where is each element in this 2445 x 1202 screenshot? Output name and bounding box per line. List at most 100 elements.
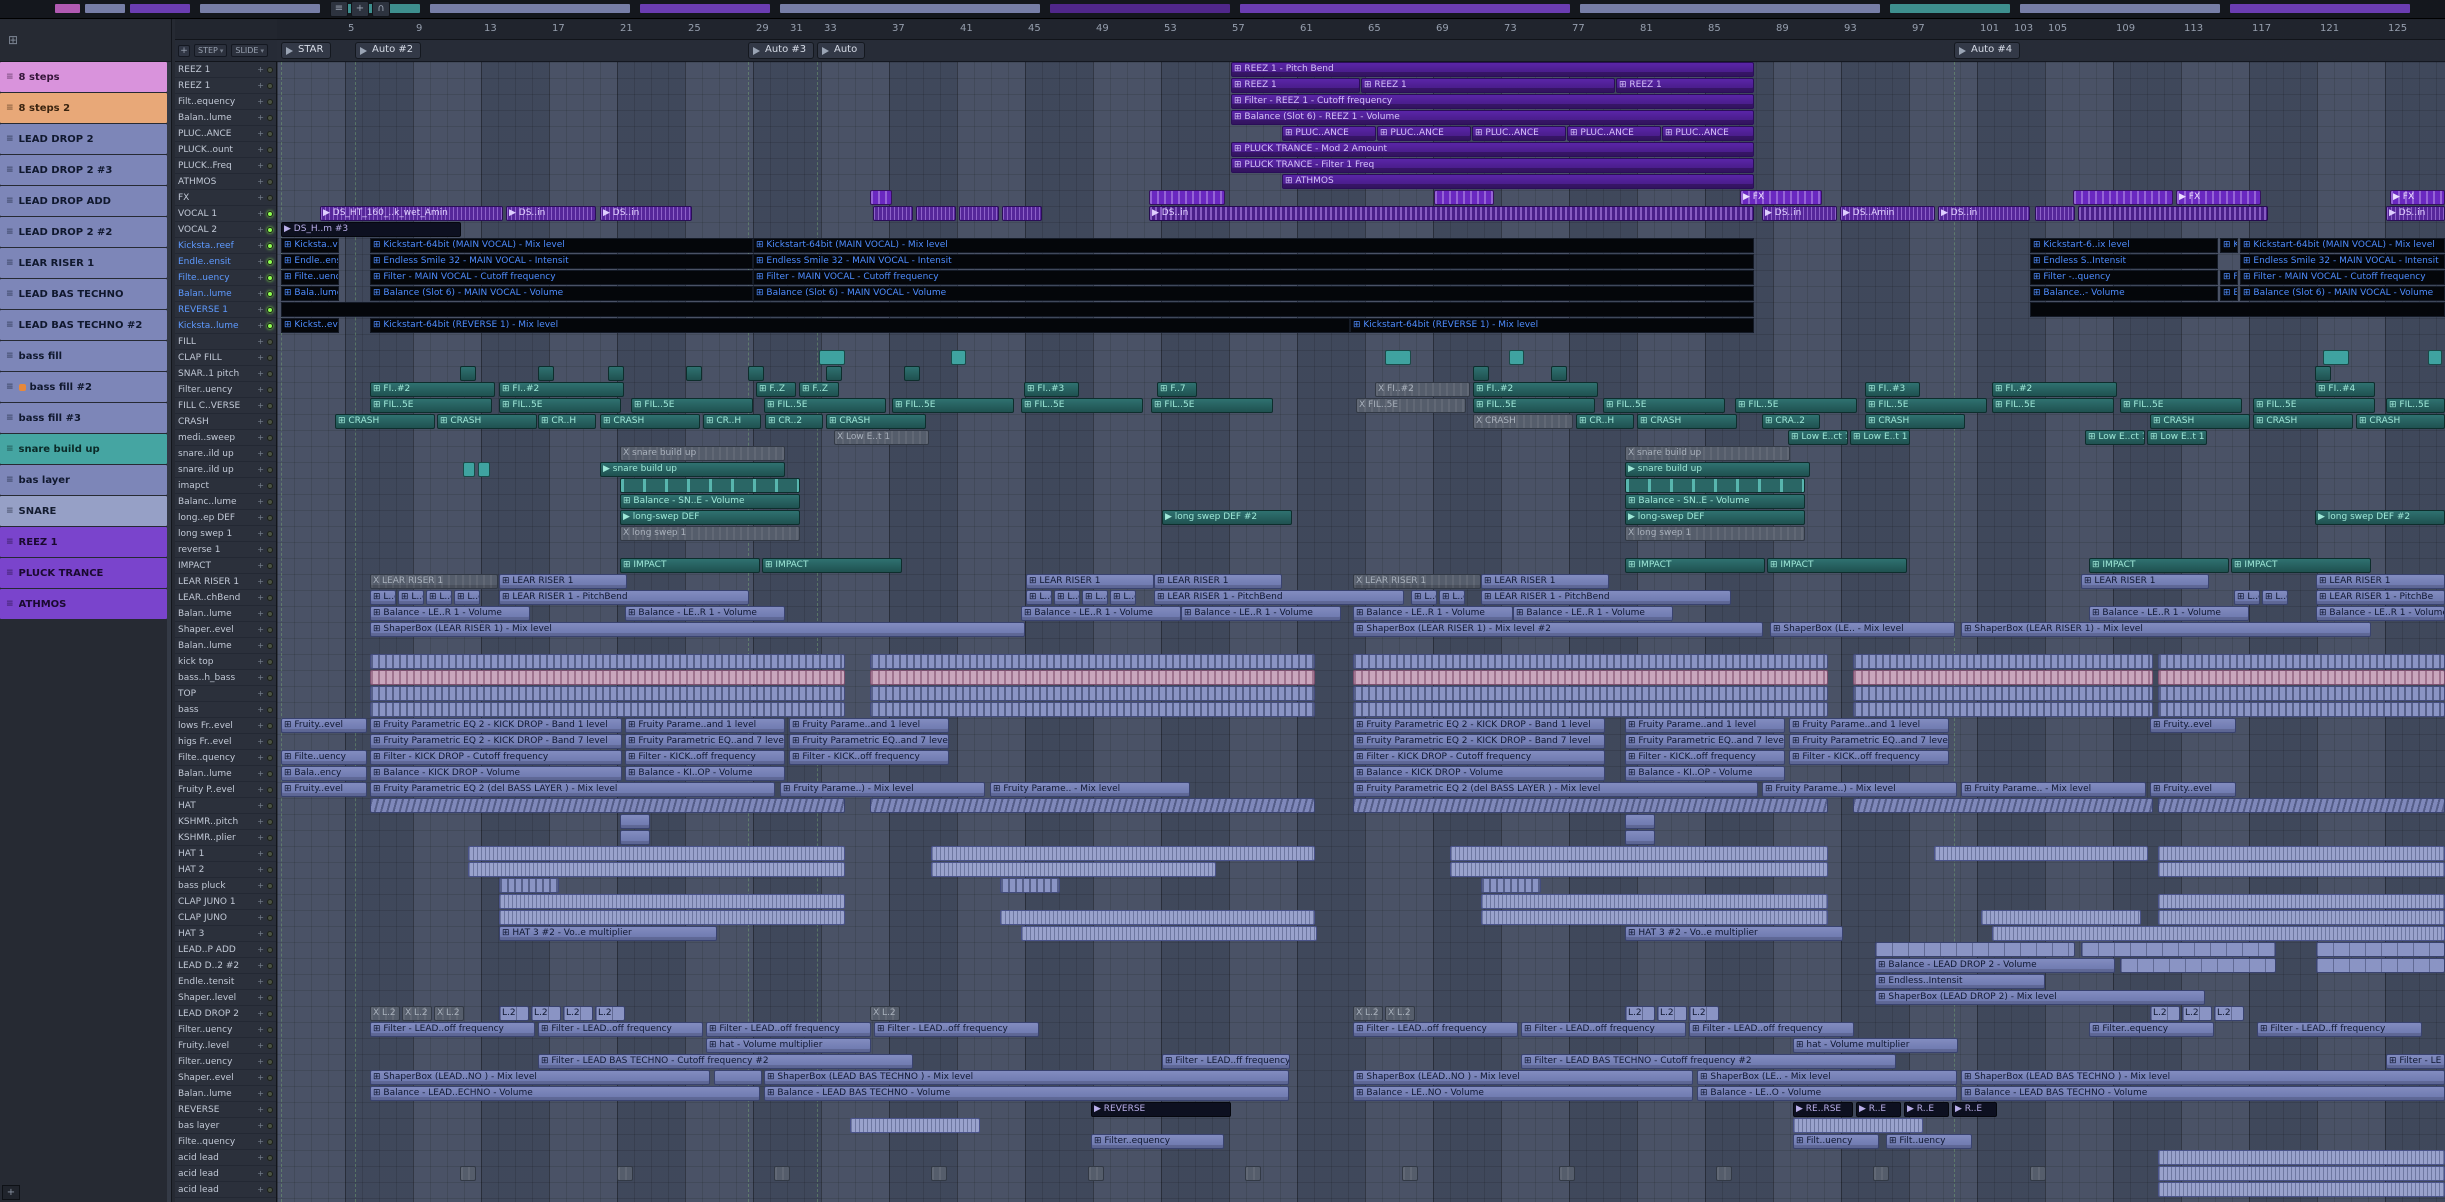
- playlist-clip[interactable]: ⊞ FIL..5E: [370, 398, 492, 413]
- track-mute-led[interactable]: [267, 1122, 273, 1129]
- playlist-clip[interactable]: ▶ R..E: [1904, 1102, 1949, 1117]
- picker-item[interactable]: ≡ LEAD BAS TECHNO: [0, 279, 167, 309]
- playlist-clip[interactable]: ⊞ Balance (Slot 6) - MAIN VOCAL - Volume: [370, 286, 753, 301]
- playlist-clip[interactable]: [2158, 1150, 2445, 1165]
- picker-item[interactable]: ≡ 8 steps: [0, 62, 167, 92]
- playlist-clip[interactable]: [2035, 206, 2075, 221]
- playlist-clip[interactable]: ⊞ L..d: [398, 590, 424, 605]
- track-header[interactable]: Balan..lume +: [175, 110, 276, 126]
- track-plus-icon[interactable]: +: [257, 353, 264, 362]
- playlist-clip[interactable]: [1245, 1166, 1261, 1181]
- playlist-clip[interactable]: ▶ DS..in: [1149, 206, 1754, 221]
- playlist-clip[interactable]: [1481, 878, 1541, 893]
- playlist-clip[interactable]: [1353, 670, 1828, 685]
- track-plus-icon[interactable]: +: [257, 1121, 264, 1130]
- track-mute-led[interactable]: [267, 226, 273, 233]
- track-plus-icon[interactable]: +: [257, 385, 264, 394]
- track-header[interactable]: Endle..tensit +: [175, 974, 276, 990]
- playlist-clip[interactable]: ⊞ PLUC..ANCE: [1282, 126, 1376, 141]
- playlist-clip[interactable]: ▶ DS..in: [1938, 206, 2030, 221]
- playlist-clip[interactable]: [620, 814, 650, 829]
- playlist-clip[interactable]: ⊞ Filter - LEAD BAS TECHNO - Cutoff freq…: [1521, 1054, 1896, 1069]
- track-plus-icon[interactable]: +: [257, 257, 264, 266]
- playlist-clip[interactable]: ⊞ Balance - LE..R 1 - Volume: [370, 606, 530, 621]
- playlist-clip[interactable]: ⊞ Endle..ensit: [281, 254, 339, 269]
- track-plus-icon[interactable]: +: [257, 465, 264, 474]
- playlist-clip[interactable]: ⊞ Filter - LEAD..off frequency: [370, 1022, 535, 1037]
- track-mute-led[interactable]: [267, 370, 273, 377]
- playlist-clip[interactable]: ⊞ ShaperBox (LEAR RISER 1) - Mix level #…: [1353, 622, 1763, 637]
- playlist-clip[interactable]: ⊞ CR..H: [538, 414, 596, 429]
- track-mute-led[interactable]: [267, 1090, 273, 1097]
- timeline-ruler[interactable]: 5 9 13 17 21 25 29 31 33 37 41 45 49 53 57 61 65 69 73 77 81…: [277, 19, 2445, 40]
- add-track-button[interactable]: +: [178, 44, 190, 57]
- playlist-clip[interactable]: [686, 366, 702, 381]
- playlist-clip[interactable]: ⊞ Balance - LE..R 1 - Volume: [2089, 606, 2249, 621]
- track-plus-icon[interactable]: +: [257, 865, 264, 874]
- track-plus-icon[interactable]: +: [257, 1073, 264, 1082]
- track-mute-led[interactable]: [267, 610, 273, 617]
- track-mute-led[interactable]: [267, 466, 273, 473]
- track-header[interactable]: Balan..lume +: [175, 286, 276, 302]
- playlist-clip[interactable]: [468, 862, 845, 877]
- playlist-clip[interactable]: ⊞ Low E..t 1: [2147, 430, 2207, 445]
- playlist-clip[interactable]: ⊞ LEAR RISER 1: [499, 574, 627, 589]
- track-mute-led[interactable]: [267, 546, 273, 553]
- playlist-clip[interactable]: [2158, 654, 2445, 669]
- playlist-clip[interactable]: [1088, 1166, 1104, 1181]
- track-header[interactable]: KSHMR..pitch +: [175, 814, 276, 830]
- add-pattern-button[interactable]: +: [2, 1185, 20, 1200]
- playlist-clip[interactable]: ⊞ Balance - KICK DROP - Volume: [370, 766, 622, 781]
- track-plus-icon[interactable]: +: [257, 305, 264, 314]
- playlist-clip[interactable]: [774, 1166, 790, 1181]
- playlist-clip[interactable]: X long swep 1: [1625, 526, 1805, 541]
- slide-mode-button[interactable]: SLIDE ▾: [231, 44, 268, 57]
- playlist-clip[interactable]: ⊞ REEZ 1: [1361, 78, 1615, 93]
- playlist-clip[interactable]: ⊞ Fruity Parametric EQ 2 - KICK DROP - B…: [1353, 734, 1605, 749]
- playlist-clip[interactable]: ⊞ Kickstart-64bit (MAIN VOCAL) - Mix lev…: [370, 238, 753, 253]
- playlist-clip[interactable]: ⊞ CRASH: [826, 414, 926, 429]
- track-header[interactable]: reverse 1 +: [175, 542, 276, 558]
- playlist-clip[interactable]: ⊞ ShaperBox (LEAR RISER 1) - Mix level: [1961, 622, 2371, 637]
- track-mute-led[interactable]: [267, 130, 273, 137]
- playlist-clip[interactable]: L.2: [2182, 1006, 2212, 1021]
- track-plus-icon[interactable]: +: [257, 81, 264, 90]
- playlist-clip[interactable]: [1625, 478, 1805, 493]
- playlist-clip[interactable]: ⊞ hat - Volume multiplier: [1793, 1038, 1958, 1053]
- playlist-clip[interactable]: ⊞ Balance (Slot 6) - MAIN VOCAL - Volume: [753, 286, 1754, 301]
- playlist-clip[interactable]: ⊞ Balance - LE..R 1 - Volume: [625, 606, 785, 621]
- playlist-clip[interactable]: [714, 1070, 762, 1085]
- track-header[interactable]: VOCAL 1 +: [175, 206, 276, 222]
- track-mute-led[interactable]: [267, 578, 273, 585]
- track-header[interactable]: long swep 1 +: [175, 526, 276, 542]
- playlist-clip[interactable]: ⊞ FIL..5E: [1473, 398, 1595, 413]
- playlist-clip[interactable]: ⊞ REEZ 1: [1616, 78, 1754, 93]
- track-plus-icon[interactable]: +: [257, 177, 264, 186]
- playlist-clip[interactable]: ⊞ ShaperBox (LEAD..NO ) - Mix level: [370, 1070, 710, 1085]
- playlist-clip[interactable]: L.2: [2214, 1006, 2244, 1021]
- playlist-clip[interactable]: [959, 206, 999, 221]
- playlist-clip[interactable]: [870, 686, 1315, 701]
- playlist-clip[interactable]: ⊞ L..d: [1082, 590, 1108, 605]
- playlist-clip[interactable]: ⊞ Balance - LE..NO - Volume: [1353, 1086, 1693, 1101]
- playlist-clip[interactable]: [1992, 926, 2445, 941]
- track-plus-icon[interactable]: +: [257, 401, 264, 410]
- track-header[interactable]: HAT +: [175, 798, 276, 814]
- playlist-clip[interactable]: ⊞ FIL..5E: [1151, 398, 1273, 413]
- track-mute-led[interactable]: [267, 162, 273, 169]
- track-header[interactable]: PLUCK..Freq +: [175, 158, 276, 174]
- track-mute-led[interactable]: [267, 1042, 273, 1049]
- picker-item[interactable]: ≡ PLUCK TRANCE: [0, 558, 167, 588]
- track-plus-icon[interactable]: +: [257, 641, 264, 650]
- playlist-clip[interactable]: [620, 830, 650, 845]
- playlist-clip[interactable]: X FI..#2: [1375, 382, 1470, 397]
- track-header[interactable]: LEAR..chBend +: [175, 590, 276, 606]
- track-plus-icon[interactable]: +: [257, 769, 264, 778]
- track-header[interactable]: bas layer +: [175, 1118, 276, 1134]
- track-mute-led[interactable]: [267, 1010, 273, 1017]
- playlist-clip[interactable]: ⊞ Filter - LEAD..off frequency: [1521, 1022, 1686, 1037]
- track-mute-led[interactable]: [267, 290, 273, 297]
- track-plus-icon[interactable]: +: [257, 881, 264, 890]
- playlist-clip[interactable]: [1873, 1166, 1889, 1181]
- picker-item[interactable]: ≡ LEAD DROP 2 #3: [0, 155, 167, 185]
